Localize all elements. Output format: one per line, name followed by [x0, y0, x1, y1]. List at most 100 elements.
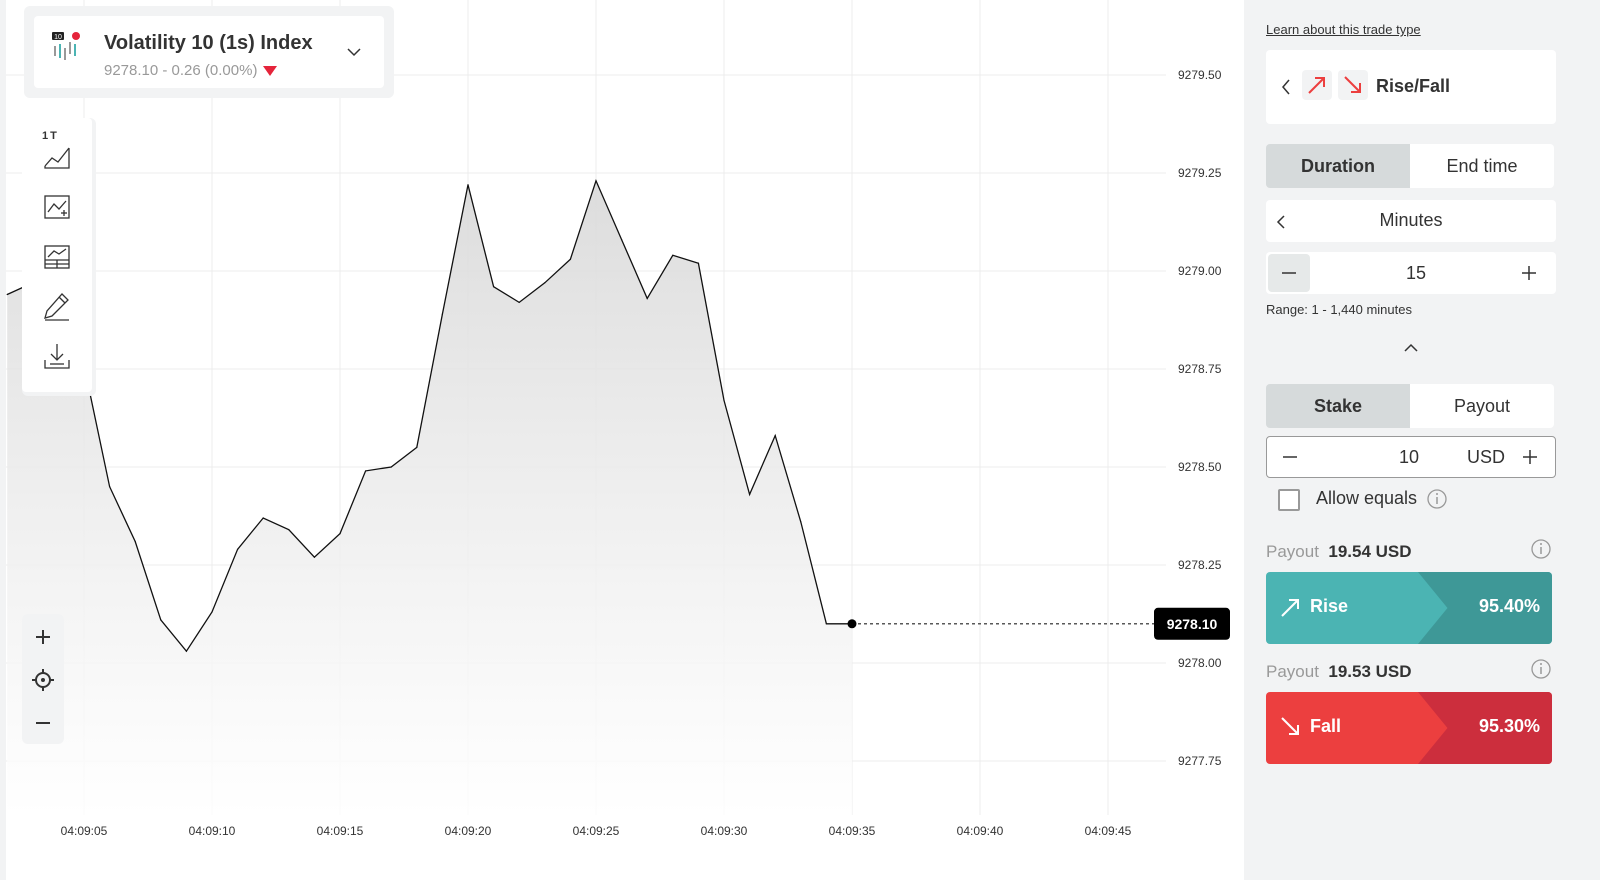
chevron-down-icon[interactable] — [346, 44, 362, 60]
price-area-fill — [7, 180, 852, 816]
x-tick-label: 04:09:20 — [445, 824, 492, 838]
rise-button[interactable]: Rise 95.40% — [1266, 572, 1552, 644]
price-point — [569, 258, 572, 260]
fall-type-icon — [1338, 70, 1368, 100]
y-tick-label: 9278.50 — [1178, 460, 1222, 474]
y-tick-label: 9279.50 — [1178, 68, 1222, 82]
zoom-out-icon[interactable] — [31, 711, 55, 735]
plus-icon[interactable] — [1523, 450, 1537, 464]
chevron-up-icon[interactable] — [1403, 342, 1419, 352]
templates-icon[interactable] — [42, 240, 72, 272]
x-tick-label: 04:09:05 — [61, 824, 108, 838]
price-point — [237, 548, 239, 550]
fall-payout: Payout 19.53 USD — [1266, 662, 1412, 682]
price-point — [339, 533, 341, 535]
duration-decrement-button[interactable] — [1268, 254, 1310, 292]
info-icon[interactable] — [1426, 488, 1448, 510]
crosshair-icon[interactable] — [31, 668, 55, 692]
drawing-pencil-icon[interactable] — [42, 290, 72, 322]
x-tick-label: 04:09:15 — [317, 824, 364, 838]
fall-button[interactable]: Fall 95.30% — [1266, 692, 1552, 764]
price-point — [441, 313, 443, 315]
fall-payout-value: 19.53 USD — [1328, 662, 1412, 681]
rise-payout-value: 19.54 USD — [1328, 542, 1412, 561]
symbol-selector-inner[interactable]: 10 Volatility 10 (1s) Index 9278.10 - 0.… — [34, 16, 384, 88]
price-point — [800, 521, 802, 523]
indicators-icon[interactable] — [42, 190, 72, 222]
price-point — [185, 650, 187, 652]
chart-toolbar: 1T — [22, 118, 96, 396]
price-point — [365, 470, 367, 472]
minus-icon[interactable] — [1283, 450, 1297, 464]
tab-stake[interactable]: Stake — [1266, 384, 1410, 428]
fall-arrow-icon — [1281, 717, 1299, 735]
y-tick-label: 9278.25 — [1178, 558, 1222, 572]
duration-card: Duration End time Minutes 15 Range: 1 - … — [1258, 134, 1564, 366]
x-tick-label: 04:09:40 — [957, 824, 1004, 838]
x-tick-label: 04:09:10 — [189, 824, 236, 838]
price-point — [672, 254, 674, 256]
x-tick-label: 04:09:30 — [701, 824, 748, 838]
rise-payout-label: Payout — [1266, 542, 1319, 561]
stake-input[interactable]: 10 USD — [1266, 436, 1556, 478]
y-tick-label: 9279.25 — [1178, 166, 1222, 180]
current-price-dot — [847, 619, 857, 629]
chart-zoom-controls — [22, 614, 64, 744]
y-tick-label: 9278.75 — [1178, 362, 1222, 376]
area-chart-icon[interactable] — [42, 140, 72, 172]
duration-value[interactable]: 15 — [1406, 263, 1426, 284]
price-point — [518, 301, 520, 303]
purchase-card: Payout 19.54 USD Rise 95.40% Payout 19.5… — [1258, 528, 1564, 774]
y-tick-label: 9277.75 — [1178, 754, 1222, 768]
info-icon[interactable] — [1530, 538, 1552, 560]
rise-percent: 95.40% — [1478, 596, 1540, 616]
price-point — [288, 529, 290, 531]
tab-duration[interactable]: Duration — [1266, 144, 1410, 188]
rise-type-icon — [1302, 70, 1332, 100]
price-point — [6, 293, 8, 296]
chevron-left-icon[interactable] — [1280, 78, 1292, 96]
duration-unit-selector[interactable]: Minutes — [1266, 200, 1556, 242]
download-icon[interactable] — [42, 340, 72, 372]
symbol-price-change: 9278.10 - 0.26 (0.00%) — [104, 62, 278, 79]
stake-currency: USD — [1467, 447, 1506, 467]
trade-type-selector[interactable]: Rise/Fall — [1266, 50, 1556, 124]
price-point — [313, 556, 315, 558]
trade-panel: Learn about this trade type Rise/Fall Du… — [1258, 0, 1600, 880]
y-tick-label: 9278.00 — [1178, 656, 1222, 670]
svg-text:10: 10 — [54, 34, 62, 41]
price-point — [749, 493, 751, 496]
zoom-in-icon[interactable] — [31, 625, 55, 649]
price-point — [595, 180, 597, 182]
plus-icon[interactable] — [1522, 266, 1536, 280]
chart-toolbar-inner: 1T — [22, 118, 92, 392]
info-icon[interactable] — [1530, 658, 1552, 680]
trade-type-card: Learn about this trade type Rise/Fall — [1258, 6, 1564, 130]
price-point — [825, 623, 828, 625]
symbol-selector[interactable]: 10 Volatility 10 (1s) Index 9278.10 - 0.… — [24, 6, 394, 98]
tab-end-time[interactable]: End time — [1410, 144, 1554, 188]
stake-card: Stake Payout 10 USD Allow equals — [1258, 374, 1564, 524]
duration-unit-label: Minutes — [1379, 210, 1443, 230]
allow-equals-label: Allow equals — [1316, 488, 1418, 508]
price-point — [544, 282, 546, 284]
chart-area[interactable]: 04:09:05 04:09:10 04:09:15 04:09:20 04:09:25… — [6, 0, 1244, 880]
price-chart[interactable]: 04:09:05 04:09:10 04:09:15 04:09:20 04:09:25… — [6, 0, 1244, 880]
price-point — [646, 297, 648, 300]
tab-payout[interactable]: Payout — [1410, 384, 1554, 428]
stake-value[interactable]: 10 — [1399, 447, 1419, 468]
duration-stepper[interactable]: 15 — [1266, 252, 1556, 294]
price-point — [774, 435, 776, 437]
symbol-price-text: 9278.10 - 0.26 (0.00%) — [104, 62, 258, 79]
price-point — [621, 239, 623, 241]
duration-range-text: Range: 1 - 1,440 minutes — [1266, 302, 1412, 317]
price-point — [160, 619, 162, 621]
learn-trade-type-link[interactable]: Learn about this trade type — [1266, 22, 1421, 37]
symbol-name: Volatility 10 (1s) Index — [104, 32, 313, 54]
price-point — [109, 486, 111, 488]
fall-percent: 95.30% — [1478, 716, 1540, 736]
x-tick-label: 04:09:35 — [829, 824, 876, 838]
allow-equals-checkbox[interactable] — [1278, 489, 1300, 511]
volatility-index-icon: 10 — [52, 32, 80, 60]
y-tick-label: 9279.00 — [1178, 264, 1222, 278]
